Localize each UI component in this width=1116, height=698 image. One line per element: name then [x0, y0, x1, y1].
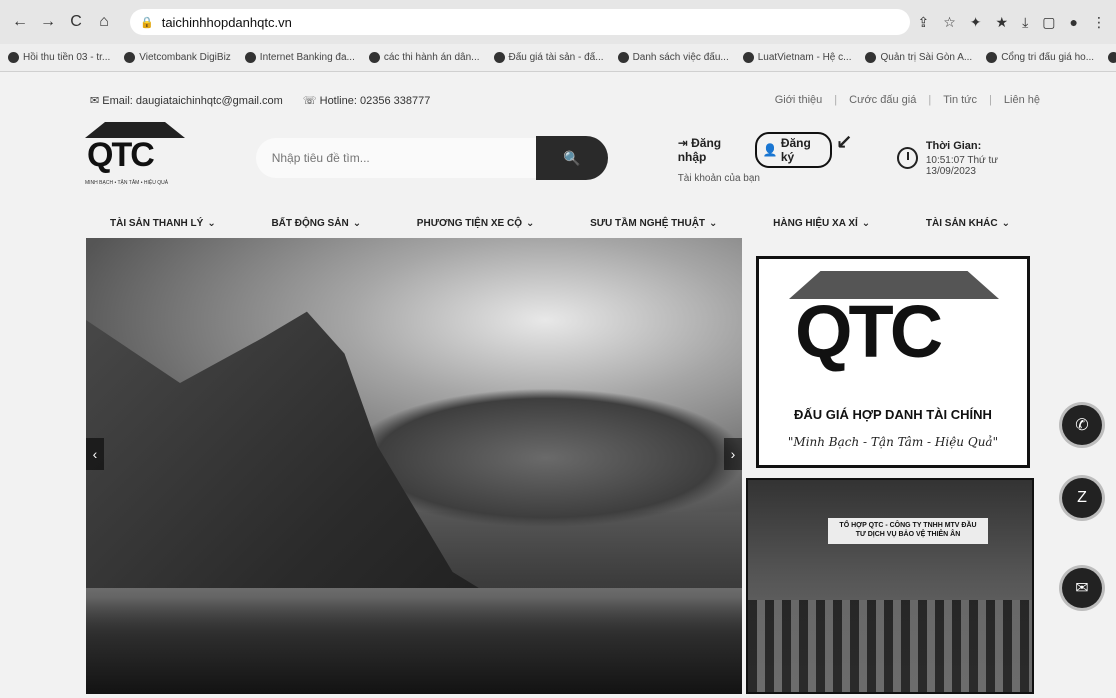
site-header: QTC MINH BẠCH • TẬN TÂM • HIỆU QUẢ 🔍 ⇥ Đ… [85, 118, 1045, 198]
time-display: Thời Gian: 10:51:07 Thứ tư 13/09/2023 [896, 139, 1045, 177]
category-nav: TÀI SẢN THANH LÝ ⌄ BẤT ĐỘNG SẢN ⌄ PHƯƠNG T… [110, 218, 1010, 229]
chevron-down-icon: ⌄ [861, 218, 871, 229]
slider-next-button[interactable]: › [724, 438, 742, 470]
list-icon [617, 52, 629, 63]
bookmark-item[interactable]: Hồi thu tiền 03 - tr... [8, 52, 110, 63]
login-link[interactable]: ⇥ Đăng nhập [678, 136, 749, 164]
category-other[interactable]: TÀI SẢN KHÁC ⌄ [926, 218, 1010, 229]
bookmark-item[interactable]: Quản trị Sài Gòn A... [865, 52, 972, 63]
account-subtitle: Tài khoản của bạn [677, 173, 760, 184]
time-value: 10:51:07 Thứ tư 13/09/2023 [925, 154, 998, 177]
doc-icon [742, 52, 754, 63]
download-icon[interactable]: ⤓ [1022, 14, 1028, 31]
browser-toolbar: ← → C ⌂ 🔒 taichinhhopdanhqtc.vn ⇪ ☆ ✦ ★ … [0, 0, 1116, 44]
gmail-icon [8, 52, 19, 63]
ad-logo-letters: QTC [795, 290, 943, 373]
email-contact[interactable]: ✉ Email: daugiataichinhqtc@gmail.com [90, 94, 283, 107]
bookmark-item[interactable]: pof [1108, 52, 1116, 63]
team-group-photo [748, 600, 1032, 692]
url-text: taichinhhopdanhqtc.vn [161, 14, 292, 30]
hotline-contact[interactable]: ☏ Hotline: 02356 338777 [303, 94, 431, 107]
register-button[interactable]: 👤 Đăng ký [754, 132, 832, 168]
menu-icon[interactable]: ⋮ [1092, 14, 1106, 31]
bank-icon [244, 52, 256, 63]
banner-trees [86, 598, 742, 694]
phone-icon: ✆ [1075, 417, 1089, 434]
zalo-icon: Z [1077, 489, 1087, 506]
drive-icon [865, 52, 877, 63]
bookmarks-bar: Hồi thu tiền 03 - tr... Vietcombank Digi… [0, 44, 1116, 72]
globe-icon [493, 52, 505, 63]
bookmark-item[interactable]: LuatVietnam - Hệ c... [742, 52, 851, 63]
time-label: Thời Gian: [925, 139, 982, 152]
divider: | [989, 94, 992, 106]
ad-company-name: ĐẤU GIÁ HỢP DANH TÀI CHÍNH [794, 407, 992, 422]
category-art[interactable]: SƯU TẦM NGHỆ THUẬT ⌄ [590, 218, 717, 229]
divider: | [928, 94, 932, 106]
search-button[interactable]: 🔍 [535, 136, 608, 180]
divider: | [834, 94, 838, 106]
messenger-float-button[interactable]: ✉ [1062, 568, 1102, 608]
link-contact[interactable]: Liên hệ [1004, 94, 1040, 106]
login-icon: ⇥ [677, 136, 688, 150]
account-block: ⇥ Đăng nhập 👤 Đăng ký ↙ Tài khoản của bạ… [677, 131, 853, 185]
back-icon[interactable]: ← [10, 12, 30, 32]
pin-icon[interactable]: ★ [996, 14, 1009, 31]
ad-slogan: "Minh Bạch - Tận Tâm - Hiệu Quả" [787, 435, 999, 449]
bookmark-item[interactable]: Đấu giá tài sản - đấ... [493, 52, 604, 63]
bookmark-item[interactable]: Cổng tri đấu giá ho... [986, 52, 1094, 63]
chevron-down-icon: ⌄ [525, 218, 535, 229]
search-input[interactable] [255, 138, 536, 178]
slider-prev-button[interactable]: ‹ [86, 438, 104, 470]
search-icon: 🔍 [562, 149, 581, 166]
chevron-down-icon: ⌄ [352, 218, 362, 229]
window-icon[interactable]: ▢ [1042, 14, 1055, 31]
bookmark-item[interactable]: các thi hành án dân... [368, 52, 480, 63]
link-news[interactable]: Tin tức [943, 94, 977, 106]
link-about[interactable]: Giới thiệu [775, 94, 823, 106]
category-real-estate[interactable]: BẤT ĐỘNG SẢN ⌄ [271, 218, 361, 229]
team-photo-banner[interactable]: TỔ HỢP QTC - CÔNG TY TNHH MTV ĐẦU TƯ DỊC… [746, 478, 1034, 694]
profile-icon[interactable]: ● [1070, 14, 1078, 31]
chevron-down-icon: ⌄ [207, 218, 216, 229]
vietcombank-icon [124, 52, 136, 63]
share-icon[interactable]: ⇪ [918, 14, 930, 31]
google-icon [368, 52, 380, 63]
hero-slider: ‹ › [86, 238, 742, 694]
link-fees[interactable]: Cước đấu giá [849, 94, 916, 106]
team-caption: TỔ HỢP QTC - CÔNG TY TNHH MTV ĐẦU TƯ DỊC… [828, 518, 988, 544]
address-bar[interactable]: 🔒 taichinhhopdanhqtc.vn [130, 9, 910, 35]
chevron-down-icon: ⌄ [1001, 218, 1010, 229]
pdf-icon [1108, 52, 1116, 63]
extension-icon[interactable]: ✦ [970, 14, 982, 31]
clock-icon [896, 147, 918, 169]
star-icon[interactable]: ☆ [943, 14, 956, 31]
category-liquidation[interactable]: TÀI SẢN THANH LÝ ⌄ [110, 218, 216, 229]
lock-icon[interactable]: 🔒 [140, 16, 154, 29]
phone-float-button[interactable]: ✆ [1062, 405, 1102, 445]
reload-icon[interactable]: C [66, 12, 86, 32]
chevron-down-icon: ⌄ [709, 218, 718, 229]
logo-tagline: MINH BẠCH • TẬN TÂM • HIỆU QUẢ [85, 180, 169, 186]
messenger-icon: ✉ [1075, 580, 1089, 597]
bookmark-item[interactable]: Danh sách việc đấu... [617, 52, 729, 63]
category-luxury[interactable]: HÀNG HIỆU XA XỈ ⌄ [773, 218, 870, 229]
home-icon[interactable]: ⌂ [94, 12, 114, 32]
drive-icon [986, 52, 998, 63]
user-icon: 👤 [762, 143, 778, 157]
browser-actions: ⇪ ☆ ✦ ★ ⤓ ▢ ● ⋮ [918, 14, 1107, 31]
bookmark-item[interactable]: Vietcombank DigiBiz [124, 52, 231, 63]
category-vehicles[interactable]: PHƯƠNG TIỆN XE CỘ ⌄ [417, 218, 535, 229]
qtc-ad-banner[interactable]: QTC ĐẤU GIÁ HỢP DANH TÀI CHÍNH "Minh Bạc… [756, 256, 1030, 468]
zalo-float-button[interactable]: Z [1062, 478, 1102, 518]
logo-letters: QTC [87, 136, 155, 174]
search-form: 🔍 [255, 136, 608, 180]
forward-icon[interactable]: → [38, 12, 58, 32]
bookmark-item[interactable]: Internet Banking đa... [244, 52, 355, 63]
site-logo[interactable]: QTC MINH BẠCH • TẬN TÂM • HIỆU QUẢ [85, 122, 185, 194]
top-info-bar: ✉ Email: daugiataichinhqtc@gmail.com ☏ H… [90, 90, 1040, 110]
annotation-arrow-icon: ↙ [835, 131, 853, 154]
